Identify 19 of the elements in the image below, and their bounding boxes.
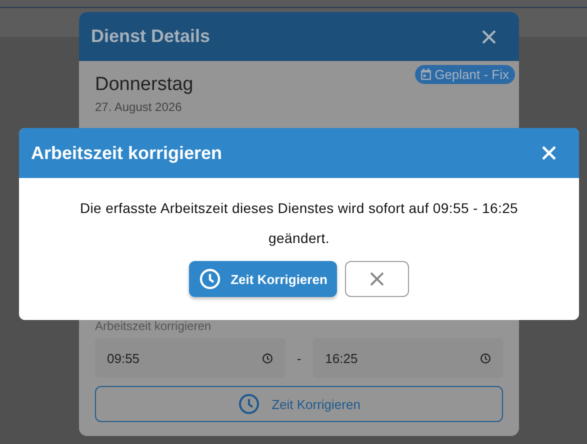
status-badge: Geplant - Fix [414, 65, 515, 84]
clock-icon [262, 353, 273, 364]
dialog-message: Die erfasste Arbeitszeit dieses Dienstes wird sofort auf 09:55 - 16:25 geändert. [78, 199, 520, 248]
end-time-field[interactable]: 16:25 [313, 338, 503, 378]
clock-icon [238, 393, 260, 415]
start-time-field[interactable]: 09:55 [95, 338, 285, 378]
field-label: Arbeitszeit korrigieren [95, 319, 212, 333]
correct-time-button[interactable]: Zeit Korrigieren [189, 261, 337, 297]
dialog-title: Arbeitszeit korrigieren [31, 142, 222, 164]
close-icon [369, 271, 385, 287]
close-icon[interactable] [481, 28, 497, 44]
dialog-title: Dienst Details [91, 26, 210, 47]
date-text: 27. August 2026 [95, 100, 183, 114]
clock-icon [480, 353, 491, 364]
range-separator: - [296, 350, 302, 366]
cancel-button[interactable] [345, 261, 409, 297]
day-heading: Donnerstag [95, 74, 194, 96]
calendar-icon [420, 68, 432, 81]
clock-icon [198, 268, 221, 290]
